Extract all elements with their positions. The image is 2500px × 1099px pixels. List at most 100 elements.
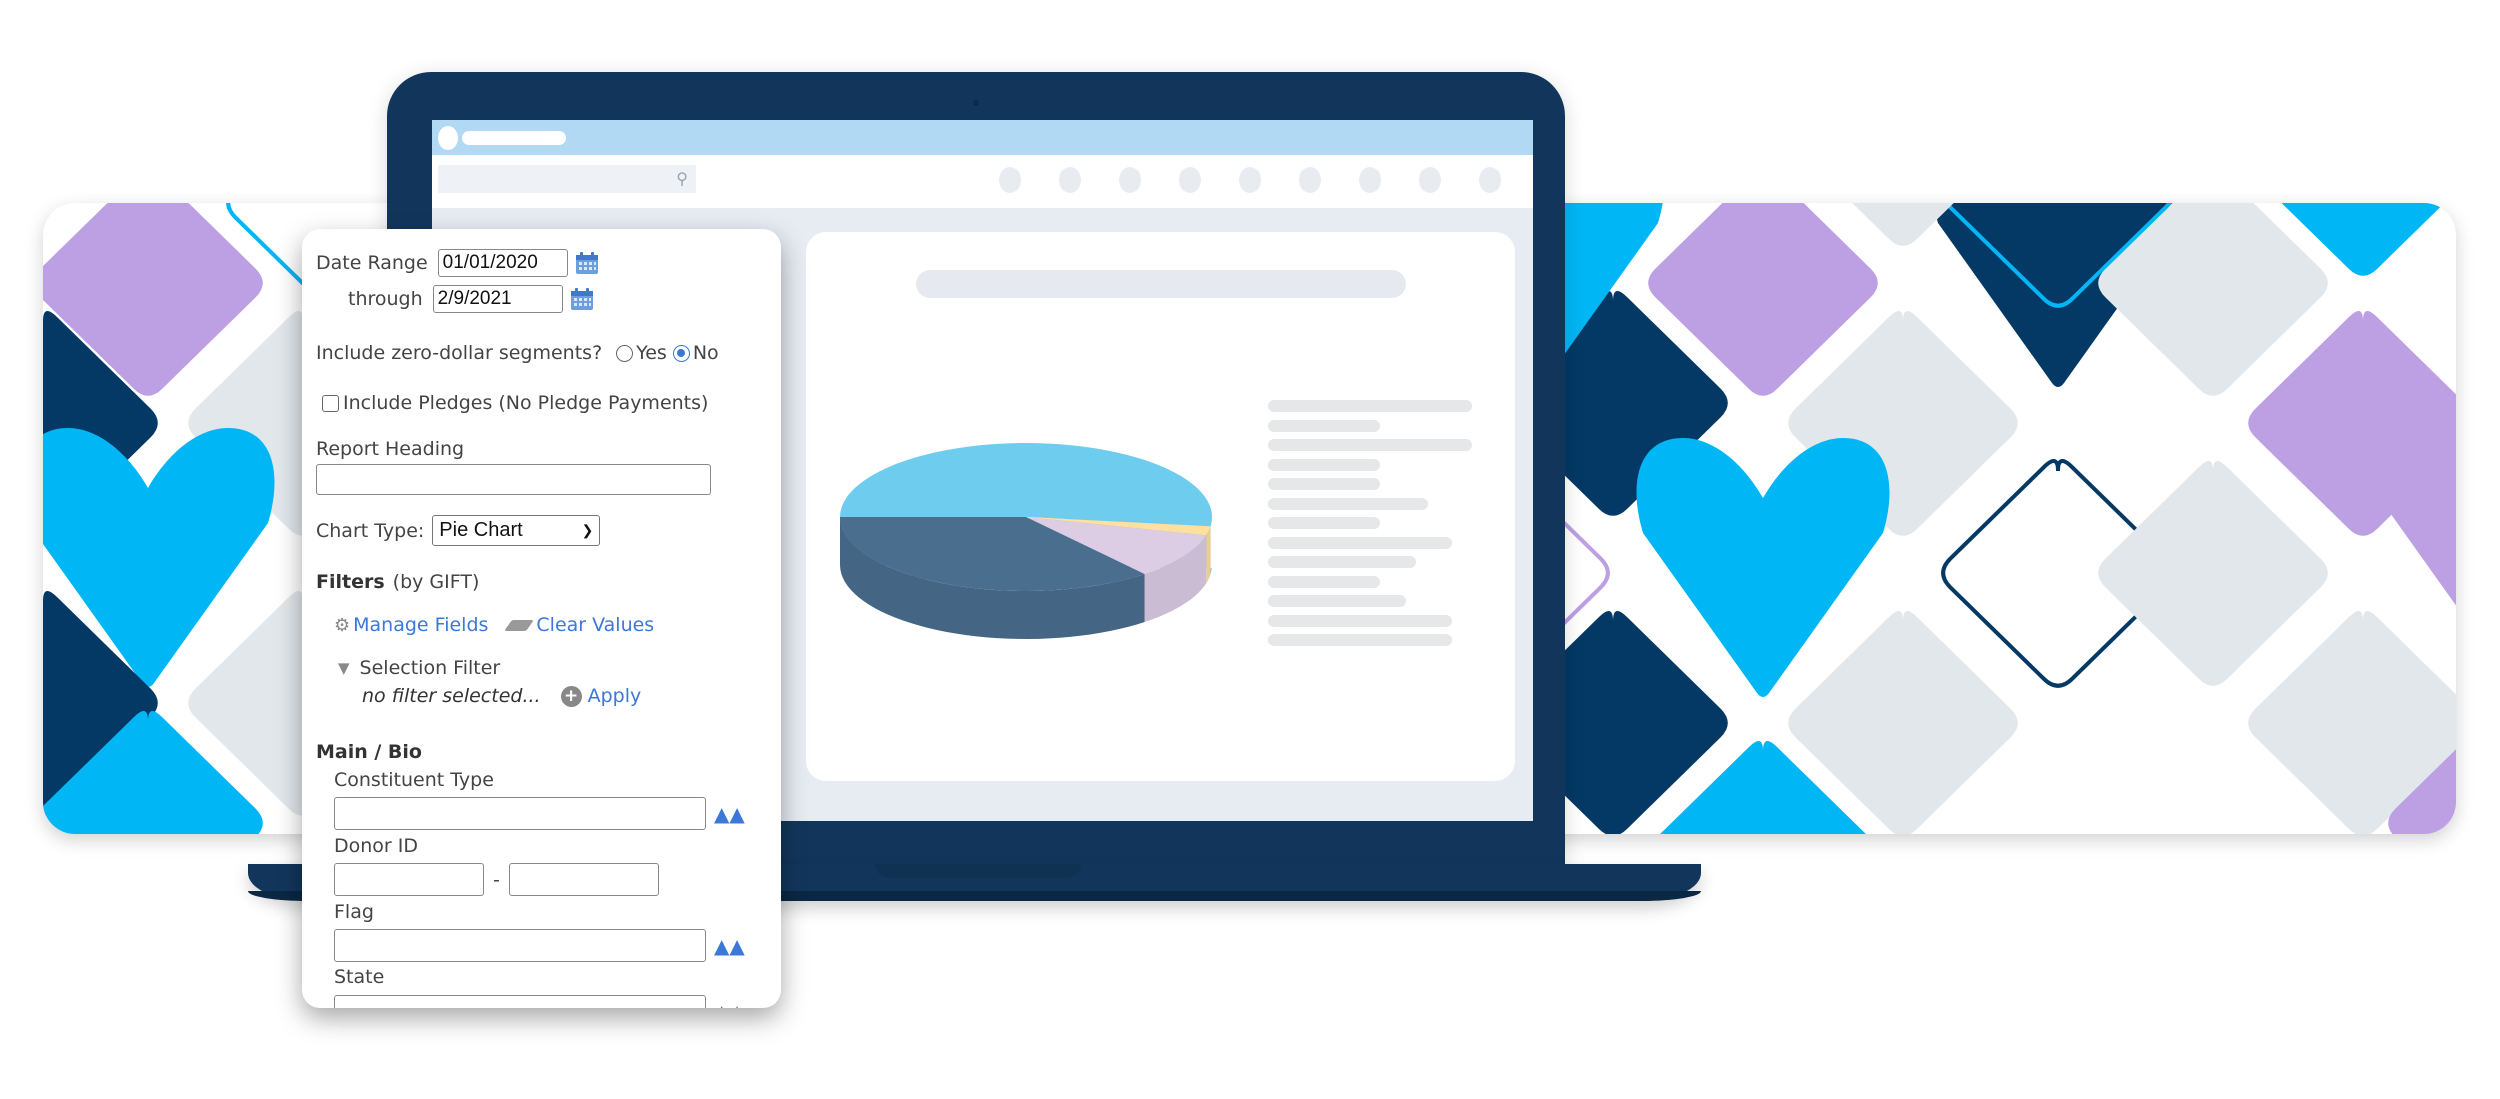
zero-dollar-label: Include zero-dollar segments? [316, 342, 603, 364]
legend-entry-placeholder [1268, 575, 1380, 588]
flag-label-row: Flag [334, 901, 374, 923]
constituent-type-label: Constituent Type [334, 769, 494, 791]
search-icon: ⚲ [676, 169, 688, 188]
chart-type-select[interactable]: Pie Chart ❯ [432, 515, 601, 546]
camera-dot [973, 100, 979, 106]
app-top-bar [432, 120, 1533, 155]
constituent-type-label-row: Constituent Type [334, 769, 494, 791]
report-heading-input-row [316, 464, 711, 495]
legend-entry-placeholder [1268, 458, 1380, 471]
nav-icon[interactable] [1359, 167, 1381, 193]
flag-input[interactable] [334, 929, 706, 962]
date-range-label: Date Range [316, 252, 428, 274]
state-input[interactable] [334, 995, 706, 1008]
state-label-row: State [334, 966, 384, 988]
legend-entry-placeholder [1268, 556, 1416, 568]
constituent-type-input[interactable] [334, 797, 706, 830]
donor-id-to-input[interactable] [508, 863, 659, 896]
main-bio-heading: Main / Bio [316, 741, 422, 763]
zero-dollar-yes-radio[interactable] [616, 344, 634, 362]
flag-label: Flag [334, 901, 374, 923]
nav-icon[interactable] [1119, 167, 1141, 193]
pie-slice [840, 443, 1212, 527]
clear-values-link[interactable]: Clear Values [536, 614, 654, 636]
nav-icon[interactable] [1179, 167, 1201, 193]
legend-entry-placeholder [1268, 595, 1406, 607]
zero-dollar-row: Include zero-dollar segments? Yes No [316, 342, 719, 364]
state-label: State [334, 966, 385, 988]
legend-entry-placeholder [1268, 517, 1380, 529]
report-heading-input[interactable] [316, 464, 711, 495]
chart-type-row: Chart Type: Pie Chart ❯ [316, 515, 601, 546]
search-input[interactable]: ⚲ [438, 165, 696, 193]
donor-id-input-row: - [334, 863, 659, 896]
through-label: through [348, 288, 423, 310]
date-through-row: through 2/9/2021 [348, 285, 595, 313]
include-pledges-checkbox[interactable] [322, 394, 339, 412]
laptop-notch [875, 864, 1081, 878]
report-chart-card [806, 232, 1515, 781]
binoculars-icon[interactable]: ▲▲ [714, 802, 745, 826]
nav-icon[interactable] [1299, 167, 1321, 193]
apply-filter-link[interactable]: Apply [588, 685, 642, 707]
calendar-icon[interactable] [574, 250, 600, 276]
nav-icon[interactable] [1479, 167, 1501, 193]
selection-filter-label: Selection Filter [359, 657, 501, 679]
nav-icon[interactable] [1419, 167, 1441, 193]
eraser-icon [504, 619, 535, 631]
app-name-placeholder [462, 131, 566, 145]
binoculars-icon[interactable]: ▲▲ [714, 934, 745, 958]
nav-icon[interactable] [1239, 167, 1261, 193]
nav-icons [999, 167, 1501, 193]
donor-id-label: Donor ID [334, 835, 419, 857]
legend-placeholder [1268, 400, 1472, 654]
nav-icon[interactable] [1059, 167, 1081, 193]
donor-id-separator: - [493, 868, 500, 891]
chart-type-label: Chart Type: [316, 519, 425, 542]
app-nav-bar: ⚲ [432, 155, 1533, 208]
date-from-input[interactable]: 01/01/2020 [437, 249, 568, 277]
legend-entry-placeholder [1268, 497, 1428, 510]
constituent-type-input-row: ▲▲ [334, 797, 745, 830]
filters-label: Filters [316, 571, 385, 593]
legend-entry-placeholder [1268, 439, 1472, 451]
legend-entry-placeholder [1268, 400, 1472, 412]
include-pledges-label[interactable]: Include Pledges (No Pledge Payments) [343, 392, 708, 414]
nav-icon[interactable] [999, 167, 1021, 193]
donor-id-from-input[interactable] [334, 863, 484, 896]
diamond-shape [2098, 461, 2328, 686]
zero-dollar-no-radio[interactable] [672, 344, 690, 362]
date-range-row: Date Range 01/01/2020 [316, 249, 600, 277]
funnel-icon: ▼ [338, 659, 350, 677]
logo-icon [438, 126, 458, 150]
date-to-input[interactable]: 2/9/2021 [432, 285, 563, 313]
legend-entry-placeholder [1268, 536, 1452, 549]
pie-chart [840, 443, 1212, 639]
pie-slice-side [1206, 526, 1211, 584]
heart-shape [2376, 408, 2456, 606]
main-bio-heading-row: Main / Bio [316, 741, 422, 763]
selection-filter-row: ▼ Selection Filter [338, 657, 500, 679]
report-heading-label-row: Report Heading [316, 438, 464, 460]
filter-actions-row: ⚙ Manage Fields Clear Values [334, 614, 654, 636]
legend-entry-placeholder [1268, 478, 1380, 490]
chevron-down-icon: ❯ [581, 522, 594, 538]
manage-fields-link[interactable]: Manage Fields [353, 614, 488, 636]
plus-circle-icon[interactable]: + [560, 685, 582, 707]
filters-scope: (by GIFT) [392, 571, 480, 593]
legend-entry-placeholder [1268, 614, 1452, 627]
filters-heading-row: Filters (by GIFT) [316, 571, 479, 593]
report-heading-label: Report Heading [316, 438, 465, 460]
zero-dollar-yes-label[interactable]: Yes [636, 342, 667, 364]
legend-entry-placeholder [1268, 634, 1452, 646]
gear-icon: ⚙ [334, 614, 351, 636]
donor-id-label-row: Donor ID [334, 835, 418, 857]
selection-filter-value-row: no filter selected... + Apply [362, 685, 641, 707]
chart-type-value: Pie Chart [439, 519, 523, 541]
include-pledges-row: Include Pledges (No Pledge Payments) [322, 392, 708, 414]
binoculars-icon[interactable]: ▲▲ [714, 1000, 745, 1009]
flag-input-row: ▲▲ [334, 929, 745, 962]
zero-dollar-no-label[interactable]: No [693, 342, 719, 364]
selection-filter-value: no filter selected... [362, 685, 541, 707]
calendar-icon[interactable] [569, 286, 595, 312]
